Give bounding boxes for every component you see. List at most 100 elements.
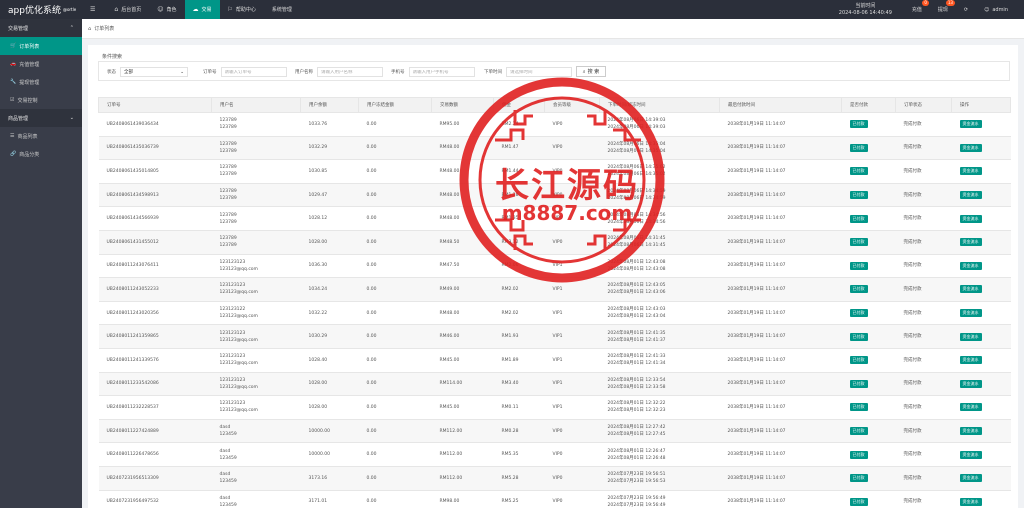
sidebar-item-items1-2[interactable]: 🔧 提现管理 [0, 73, 82, 91]
table-row[interactable]: UB2408011232228537 123123123 123123@qq.com… [98, 395, 1011, 420]
cell-id: UB2408011226478656 [98, 442, 212, 467]
sidebar-item-items2-1[interactable]: 🔗 商品分类 [0, 145, 82, 163]
user-icon: ☺ [984, 6, 990, 13]
cell-status: 完成付款 [895, 112, 952, 137]
cell-last: 2038年01月19日 11:14:07 [719, 348, 842, 373]
cell-text: RM112.00 [439, 452, 463, 458]
cell-text: 1032.29 [308, 145, 328, 151]
fund-flow-button[interactable]: 资金流水 [959, 379, 982, 388]
cell-text: 123789 [219, 125, 237, 131]
fund-flow-button[interactable]: 资金流水 [959, 474, 982, 483]
sidebar-item-items1-0[interactable]: 🛒 订单列表 [0, 37, 82, 55]
cell-balance: 1033.76 [300, 112, 359, 137]
table-row[interactable]: UB2408011233542086 123123123 123123@qq.com… [98, 372, 1011, 397]
recharge-link[interactable]: 充值 0 [912, 0, 929, 13]
refresh-button[interactable]: ⟳ [964, 7, 968, 13]
cell-user1: dasd 123459 [211, 442, 301, 467]
cell-text: UB2408011243076411 [106, 263, 159, 269]
fund-flow-button[interactable]: 资金流水 [959, 309, 982, 318]
cell-paid: 已付款 [841, 301, 896, 326]
cell-text: 123123123 [219, 401, 246, 407]
column-header: 订单状态 [895, 97, 952, 113]
status-select[interactable]: 全部 ⌄ [120, 67, 188, 77]
fund-flow-button[interactable]: 资金流水 [959, 143, 982, 152]
fund-flow-button[interactable]: 资金流水 [959, 120, 982, 129]
table-row[interactable]: UB2407231956497532 dasd 123459 3171.01 0.00 R… [98, 490, 1011, 508]
fund-flow-button[interactable]: 资金流水 [959, 450, 982, 459]
table-row[interactable]: UB2408011227424889 dasd 123459 10000.00 0.00… [98, 419, 1011, 444]
sidebar-group-trade[interactable]: 交易管理 ⌃ [0, 19, 82, 37]
cell-text: 123789 [219, 236, 237, 242]
tab-order-list[interactable]: 订单列表 [94, 25, 114, 32]
fund-flow-button[interactable]: 资金流水 [959, 214, 982, 223]
fund-flow-button[interactable]: 资金流水 [959, 497, 982, 506]
fund-flow-button[interactable]: 资金流水 [959, 427, 982, 436]
cell-text: 123459 [219, 455, 237, 461]
cell-action: 资金流水 [951, 277, 1011, 302]
cell-status: 完成付款 [895, 206, 952, 231]
fund-flow-button[interactable]: 资金流水 [959, 261, 982, 270]
fund-flow-button[interactable]: 资金流水 [959, 403, 982, 412]
column-header: 操作 [951, 97, 1011, 113]
cell-text: 2024年08月01日 12:33:58 [607, 384, 666, 390]
cell-balance: 1030.29 [300, 324, 359, 349]
cell-text: 10000.00 [308, 428, 330, 434]
fund-flow-button[interactable]: 资金流水 [959, 356, 982, 365]
app-logo[interactable]: app优化系统 @ortle [0, 0, 82, 19]
cell-status: 完成付款 [895, 277, 952, 302]
cell-text: 2024年08月01日 12:27:45 [607, 432, 666, 438]
fund-flow-button[interactable]: 资金流水 [959, 332, 982, 341]
table-row[interactable]: UB2408011226478656 dasd 123459 10000.00 0.00… [98, 442, 1011, 467]
cell-t1: 2024年07月23日 19:56:49 2024年07月23日 19:56:49 [599, 490, 720, 508]
cell-amount: RM46.00 [431, 324, 494, 349]
cell-user1: dasd 123459 [211, 419, 301, 444]
cell-last: 2038年01月19日 11:14:07 [719, 112, 842, 137]
column-header: 是否付款 [841, 97, 896, 113]
order-input[interactable] [224, 69, 283, 75]
cell-action: 资金流水 [951, 254, 1011, 279]
cell-text: 2038年01月19日 11:14:07 [727, 428, 786, 434]
cell-balance: 1034.24 [300, 277, 359, 302]
cell-comm: RM0.11 [493, 395, 545, 420]
sidebar-item-items1-3[interactable]: ☑ 交易控制 [0, 91, 82, 109]
cell-paid: 已付款 [841, 348, 896, 373]
topnav-item-2[interactable]: ☺ 角色 [149, 0, 184, 19]
cell-id: UB2407231956497532 [98, 490, 212, 508]
username-input[interactable] [321, 69, 379, 75]
cell-id: UB2408011243052233 [98, 277, 212, 302]
cell-action: 资金流水 [951, 466, 1011, 491]
cell-vip: VIP0 [544, 442, 600, 467]
cell-text: 123789 [219, 212, 237, 218]
cell-text: 1030.29 [308, 334, 328, 340]
cell-status: 完成付款 [895, 136, 952, 161]
cell-balance: 1028.00 [300, 395, 359, 420]
fund-flow-button[interactable]: 资金流水 [959, 238, 982, 247]
table-row[interactable]: UB2408011243020356 123123122 123123@qq.com… [98, 301, 1011, 326]
topnav-item-3[interactable]: ☁ 交易 [184, 0, 220, 19]
table-row[interactable]: UB2407231956513309 dasd 123459 3173.16 0.00 R… [98, 466, 1011, 491]
table-row[interactable]: UB2408011241339576 123123123 123123@qq.com… [98, 348, 1011, 373]
topnav-item-1[interactable]: ⌂ 后台首页 [106, 0, 149, 19]
cell-text: UB2407231956497532 [106, 499, 159, 505]
topnav-item-5[interactable]: 系统管理 [264, 0, 300, 19]
home-icon[interactable]: ⌂ [88, 26, 91, 32]
fund-flow-button[interactable]: 资金流水 [959, 191, 982, 200]
cell-user1: 123789 123789 [211, 183, 301, 208]
cell-text: 123789 [219, 189, 237, 195]
cell-text: 1028.00 [308, 404, 328, 410]
table-row[interactable]: UB2408011241359865 123123123 123123@qq.com… [98, 324, 1011, 349]
user-menu[interactable]: ☺ admin [984, 7, 1008, 13]
fund-flow-button[interactable]: 资金流水 [959, 167, 982, 176]
topnav-item-0[interactable]: ☰ [82, 0, 106, 19]
fund-flow-button[interactable]: 资金流水 [959, 285, 982, 294]
topnav-item-4[interactable]: ⚐ 帮助中心 [220, 0, 264, 19]
cell-text: 123123123 [219, 259, 246, 265]
order-field: 订单号 [203, 67, 287, 77]
sidebar-item-items2-0[interactable]: ☰ 商品列表 [0, 127, 82, 145]
sidebar-group-goods[interactable]: 商品管理 ⌄ [0, 109, 82, 127]
status-field: 状态 全部 ⌄ [107, 67, 188, 77]
withdraw-link[interactable]: 提现 13 [938, 0, 955, 13]
cell-paid: 已付款 [841, 159, 896, 184]
sidebar-item-items1-1[interactable]: 🚗 充值管理 [0, 55, 82, 73]
cell-frozen: 0.00 [358, 206, 432, 231]
